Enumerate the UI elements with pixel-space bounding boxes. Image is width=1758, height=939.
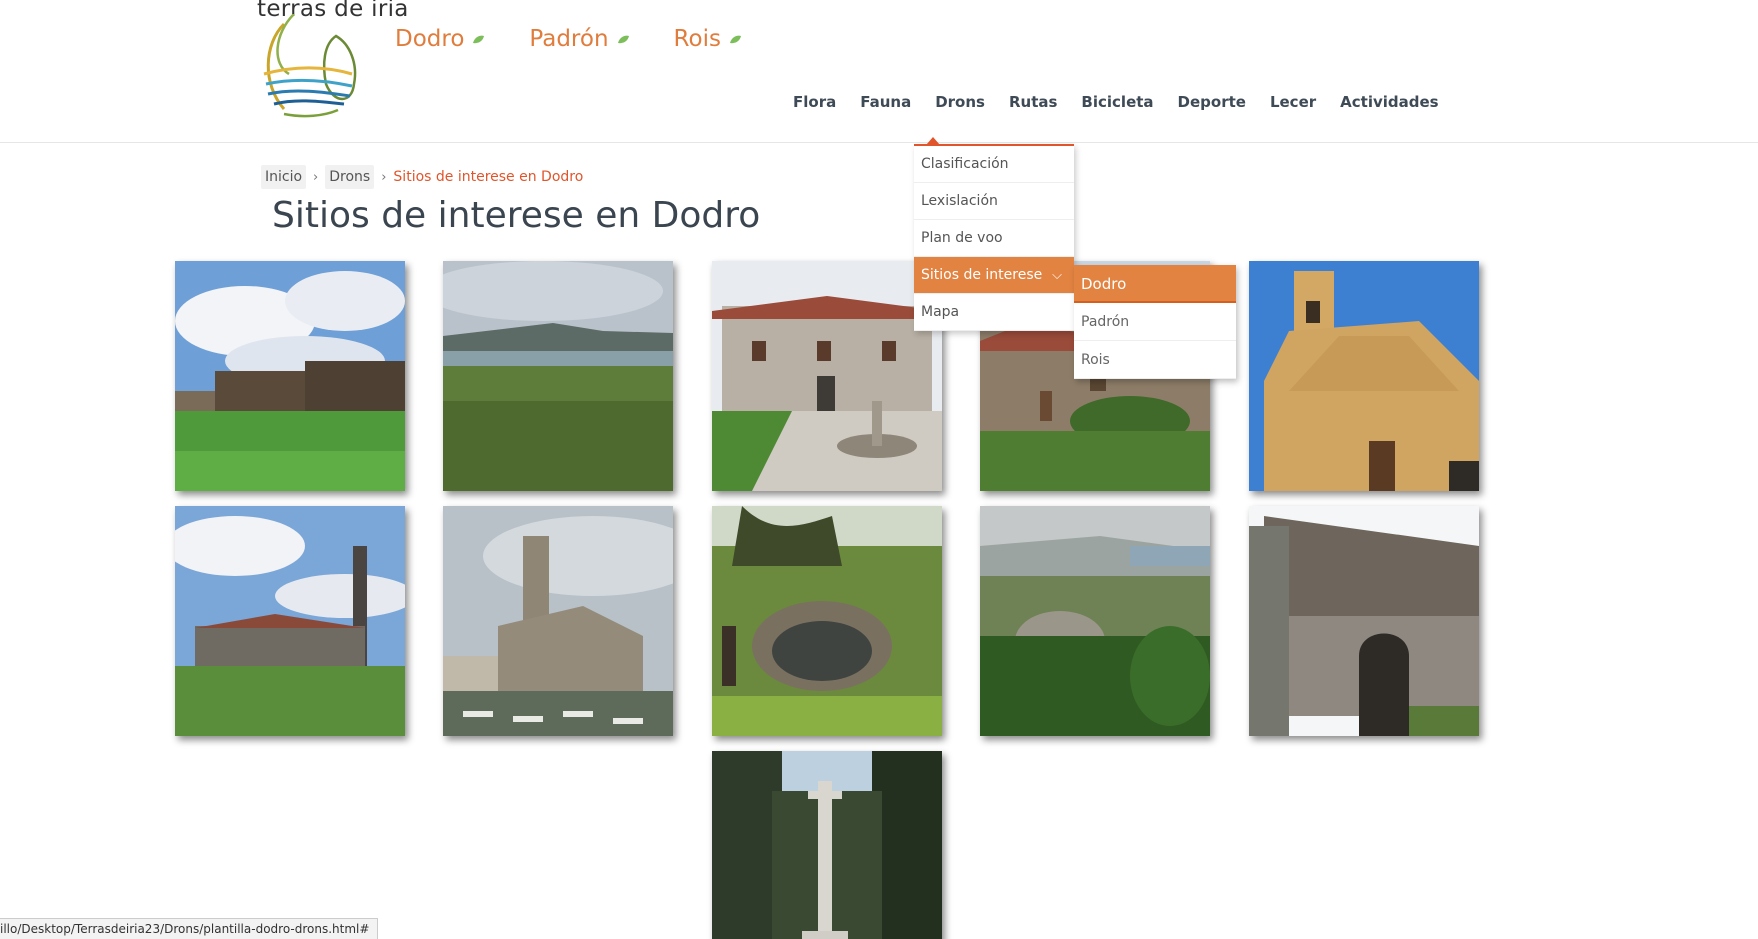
photo-image <box>980 506 1210 736</box>
town-link-dodro[interactable]: Dodro <box>395 26 485 52</box>
chevron-right-icon: › <box>381 169 387 185</box>
nav-item-flora[interactable]: Flora <box>793 93 836 111</box>
leaf-icon <box>473 35 485 43</box>
photo-image <box>443 261 673 491</box>
photo-image <box>1249 261 1479 491</box>
submenu-item-rois[interactable]: Rois <box>1074 341 1236 379</box>
submenu-item-dodro[interactable]: Dodro <box>1074 265 1236 303</box>
drons-dropdown-menu: Clasificación Lexislación Plan de voo Si… <box>914 137 1074 331</box>
gallery-image-church-yellow[interactable] <box>1249 261 1479 491</box>
main-nav: Flora Fauna Drons Rutas Bicicleta Deport… <box>793 93 1463 111</box>
photo-image <box>443 506 673 736</box>
town-link-rois[interactable]: Rois <box>674 26 742 52</box>
gallery-image-valley-view[interactable] <box>980 506 1210 736</box>
gallery-image-old-granary[interactable] <box>1249 506 1479 736</box>
nav-item-drons[interactable]: Drons <box>935 93 985 111</box>
dropdown-item-clasificacion[interactable]: Clasificación <box>914 146 1074 183</box>
dropdown-item-label: Sitios de interese <box>921 267 1043 283</box>
dropdown-item-lexislacion[interactable]: Lexislación <box>914 183 1074 220</box>
dropdown-item-sitios-de-interese[interactable]: Sitios de interese ⌵ <box>914 257 1074 294</box>
gallery-image-stone-pool[interactable] <box>712 506 942 736</box>
gallery-image-church-cemetery[interactable] <box>443 506 673 736</box>
page-title: Sitios de interese en Dodro <box>272 195 761 236</box>
breadcrumb-current: Sitios de interese en Dodro <box>393 169 584 185</box>
town-label: Rois <box>673 26 721 52</box>
photo-image <box>175 506 405 736</box>
gallery-image-church-field[interactable] <box>175 506 405 736</box>
site-header: terras de iria Dodro Padrón Rois Flora F… <box>0 0 1758 143</box>
nav-item-lecer[interactable]: Lecer <box>1270 93 1316 111</box>
dropdown-item-plan-de-voo[interactable]: Plan de voo <box>914 220 1074 257</box>
photo-image <box>712 751 942 939</box>
photo-image <box>712 506 942 736</box>
breadcrumb-item-inicio[interactable]: Inicio <box>261 165 307 189</box>
town-links: Dodro Padrón Rois <box>395 26 786 52</box>
photo-image <box>1249 506 1479 736</box>
town-label: Dodro <box>395 26 465 52</box>
town-link-padron[interactable]: Padrón <box>529 26 629 52</box>
town-label: Padrón <box>529 26 609 52</box>
chevron-right-icon: › <box>313 169 319 185</box>
gallery-image-pazo[interactable] <box>712 261 942 491</box>
submenu-item-padron[interactable]: Padrón <box>1074 303 1236 341</box>
leaf-icon <box>729 35 741 43</box>
dropdown-item-mapa[interactable]: Mapa <box>914 294 1074 331</box>
gallery-image-horreos[interactable] <box>175 261 405 491</box>
nav-item-deporte[interactable]: Deporte <box>1178 93 1246 111</box>
nav-item-rutas[interactable]: Rutas <box>1009 93 1057 111</box>
nav-item-fauna[interactable]: Fauna <box>860 93 911 111</box>
gallery-image-marsh[interactable] <box>443 261 673 491</box>
breadcrumb: Inicio › Drons › Sitios de interese en D… <box>261 165 583 189</box>
nav-item-actividades[interactable]: Actividades <box>1340 93 1438 111</box>
breadcrumb-item-drons[interactable]: Drons <box>325 165 375 189</box>
photo-image <box>175 261 405 491</box>
leaf-icon <box>617 35 629 43</box>
chevron-down-icon: ⌵ <box>1052 268 1062 283</box>
photo-image <box>712 261 942 491</box>
sitios-submenu: Dodro Padrón Rois <box>1074 265 1236 379</box>
logo-icon[interactable] <box>254 14 366 122</box>
nav-item-bicicleta[interactable]: Bicicleta <box>1081 93 1153 111</box>
caret-up-icon <box>926 137 940 145</box>
browser-status-bar: illo/Desktop/Terrasdeiria23/Drons/planti… <box>0 918 379 939</box>
gallery-image-cruceiro[interactable] <box>712 751 942 939</box>
